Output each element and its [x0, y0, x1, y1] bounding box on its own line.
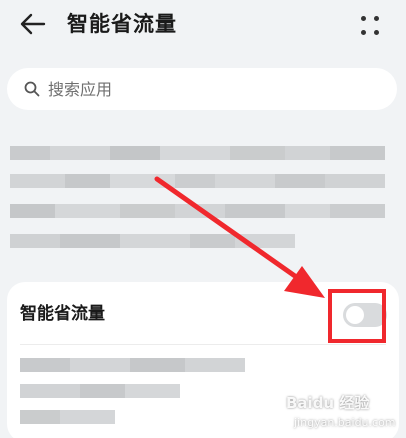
toggle-highlight-box — [328, 289, 386, 343]
blurred-description — [10, 138, 390, 258]
back-button[interactable] — [18, 9, 48, 39]
setting-label: 智能省流量 — [20, 304, 105, 324]
search-bar[interactable] — [7, 68, 397, 110]
more-options-button[interactable] — [354, 10, 386, 42]
watermark-sub: jingyan.baidu.com — [294, 416, 396, 429]
page-title: 智能省流量 — [67, 12, 177, 36]
watermark-main: Baidu 经验 — [286, 394, 370, 412]
app-screen: 智能省流量 搜索应用 智能省流量 Baidu 经验 jingyan.baidu.… — [0, 0, 406, 438]
baidu-watermark: Baidu 经验 jingyan.baidu.com — [286, 392, 398, 436]
search-input[interactable] — [48, 74, 348, 104]
top-app-bar: 智能省流量 — [0, 0, 406, 52]
arrow-left-icon — [20, 13, 46, 35]
search-icon — [23, 80, 41, 98]
four-dots-icon — [361, 16, 366, 21]
divider — [20, 344, 386, 345]
blurred-sub-description — [20, 354, 260, 434]
